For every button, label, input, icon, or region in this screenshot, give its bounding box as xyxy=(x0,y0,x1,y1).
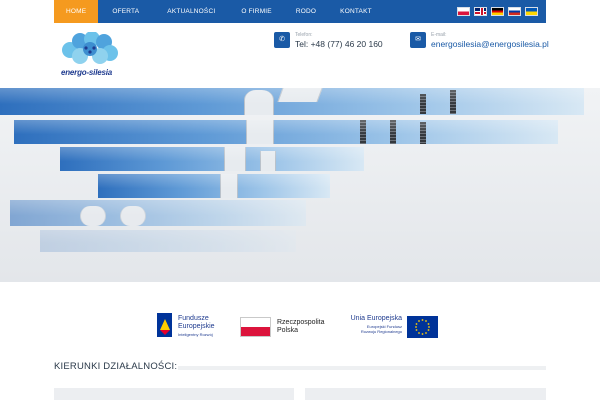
hero-banner xyxy=(0,88,600,282)
nav-item-kontakt[interactable]: KONTAKT xyxy=(316,0,372,23)
rzeczpospolita-polska-logo: Rzeczpospolita Polska xyxy=(240,315,332,339)
page: HOME OFERTA AKTUALNOŚCI O FIRMIE RODO KO… xyxy=(0,0,600,400)
ue-subtitle: Europejski Fundusz Rozwoju Regionalnego xyxy=(360,324,402,334)
banner-strip xyxy=(60,147,364,171)
fundusze-europejskie-logo: Fundusze Europejskie Inteligentny Rozwój xyxy=(157,312,227,340)
polish-flag-icon xyxy=(240,317,271,337)
section-title: KIERUNKI DZIAŁALNOŚCI: xyxy=(54,361,178,372)
ue-title: Unia Europejska xyxy=(350,315,402,322)
activity-card[interactable] xyxy=(54,388,294,400)
phone-icon: ✆ xyxy=(274,32,290,48)
banner-strip xyxy=(40,230,296,252)
email-label: E-mail: xyxy=(431,32,447,38)
phone-contact: ✆ Telefon: Tel: +48 (77) 46 20 160 xyxy=(274,32,383,50)
funding-logos: Fundusze Europejskie Inteligentny Rozwój … xyxy=(0,312,600,342)
section-divider xyxy=(178,366,546,370)
top-navigation-bar: HOME OFERTA AKTUALNOŚCI O FIRMIE RODO KO… xyxy=(54,0,546,23)
banner-strip xyxy=(14,120,558,144)
phone-number[interactable]: Tel: +48 (77) 46 20 160 xyxy=(295,39,383,50)
email-contact: ✉ E-mail: energosilesia@energosilesia.pl xyxy=(410,32,549,50)
logo-text: energo-silesia xyxy=(61,68,113,77)
email-address[interactable]: energosilesia@energosilesia.pl xyxy=(431,39,549,50)
eu-flag-icon xyxy=(407,316,438,338)
russian-flag-icon[interactable] xyxy=(508,7,521,16)
banner-strip xyxy=(0,88,584,115)
nav-item-oferta[interactable]: OFERTA xyxy=(98,0,139,23)
english-flag-icon[interactable] xyxy=(474,7,487,16)
fe-star-icon xyxy=(157,313,172,337)
unia-europejska-logo: Unia Europejska Europejski Fundusz Rozwoj… xyxy=(347,314,439,340)
nav-item-home[interactable]: HOME xyxy=(54,0,99,23)
german-flag-icon[interactable] xyxy=(491,7,504,16)
envelope-icon: ✉ xyxy=(410,32,426,48)
nav-item-rodo[interactable]: RODO xyxy=(272,0,316,23)
nav-item-o-firmie[interactable]: O FIRMIE xyxy=(215,0,272,23)
activity-card[interactable] xyxy=(305,388,546,400)
fe-subtitle: Inteligentny Rozwój xyxy=(178,332,213,337)
banner-strip xyxy=(10,200,306,226)
polish-flag-icon[interactable] xyxy=(457,7,470,16)
nav-item-aktualnosci[interactable]: AKTUALNOŚCI xyxy=(139,0,215,23)
rp-text: Rzeczpospolita Polska xyxy=(277,319,325,334)
ukrainian-flag-icon[interactable] xyxy=(525,7,538,16)
banner-strip xyxy=(98,174,330,198)
language-switcher xyxy=(457,7,538,16)
phone-label: Telefon: xyxy=(295,32,313,38)
fe-title: Fundusze Europejskie xyxy=(178,315,215,330)
